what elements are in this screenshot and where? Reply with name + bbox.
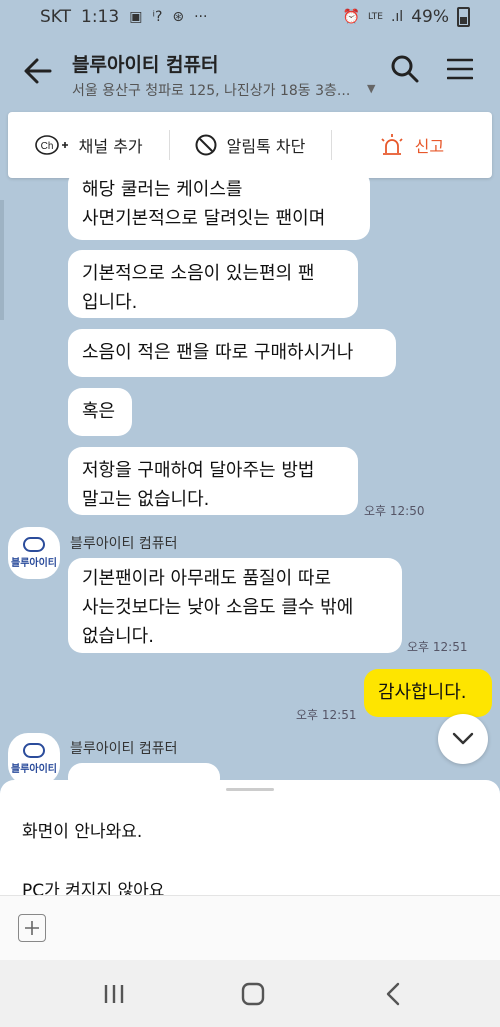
message-timestamp: 오후 12:51 [296,708,357,722]
message-bubble[interactable]: 소음이 적은 팬을 따로 구매하시거나 [68,329,396,377]
battery-icon [457,7,470,27]
chat-subtitle-address[interactable]: 서울 용산구 청파로 125, 나진상가 18동 3층... [72,80,350,100]
quick-reply-item[interactable]: 화면이 안나와요. [22,817,142,842]
sender-name: 블루아이티 컴퓨터 [70,741,178,757]
recent-apps-icon[interactable] [100,980,128,1008]
message-bubble[interactable]: 기본적으로 소음이 있는편의 팬 입니다. [68,250,358,318]
report-button[interactable]: 신고 [330,112,492,178]
message-line: 입니다. [82,292,138,313]
quick-reply-panel: 화면이 안나와요. PC가 켜지지 않아요 [0,780,500,895]
home-icon[interactable] [239,980,267,1008]
avatar[interactable]: 블루아이티 [8,733,60,785]
channel-action-bar: Ch 채널 추가 알림톡 차단 신고 [8,112,492,178]
block-icon [195,134,217,156]
add-channel-button[interactable]: Ch 채널 추가 [8,112,169,178]
message-line: 저항을 구매하여 달아주는 방법 [82,460,315,481]
gallery-icon: ▣ [129,9,143,25]
message-line: 기본적으로 소음이 있는편의 팬 [82,263,315,284]
my-message-bubble[interactable]: 감사합니다. [364,669,492,717]
message-line: 사면기본적으로 달려잇는 팬이며 [82,208,326,229]
message-line: 해당 쿨러는 케이스를 [82,179,243,200]
attach-plus-button[interactable] [18,914,46,942]
system-nav-bar [0,960,500,1027]
message-timestamp: 오후 12:51 [407,640,468,654]
cloud-logo-icon [23,537,45,552]
siren-icon [380,134,403,155]
scroll-edge [0,200,4,320]
avatar-label: 블루아이티 [11,764,57,775]
lte-label: LTE [368,12,383,22]
data-saver-icon: ⊛ [172,9,185,25]
notification-icon: ⁱ? [152,9,163,25]
scroll-down-button[interactable] [438,714,488,764]
message-line: 기본팬이라 아무래도 품질이 따로 [82,568,332,589]
more-icon: ··· [194,9,208,25]
message-input-bar [0,895,500,961]
clock: 1:13 [81,7,120,27]
chevron-down-icon [452,732,474,745]
message-bubble[interactable]: 해당 쿨러는 케이스를 사면기본적으로 달려잇는 팬이며 [68,170,370,240]
message-line: 감사합니다. [378,682,467,703]
message-bubble[interactable]: 기본팬이라 아무래도 품질이 따로 사는것보다는 낮아 소음도 클수 밖에 없습… [68,558,402,653]
channel-add-icon: Ch [34,135,68,155]
cloud-logo-icon [23,743,45,758]
alarm-icon: ⏰ [342,9,360,25]
add-channel-label: 채널 추가 [78,137,143,156]
chevron-down-icon[interactable]: ▼ [367,82,375,95]
quick-reply-item[interactable]: PC가 켜지지 않아요 [22,876,164,895]
block-label: 알림톡 차단 [226,137,306,156]
message-line: 소음이 적은 팬을 따로 구매하시거나 [82,342,354,363]
drag-handle[interactable] [226,788,274,791]
svg-text:Ch: Ch [40,141,53,152]
message-line: 혹은 [82,401,116,422]
message-timestamp: 오후 12:50 [364,504,425,518]
message-line: 없습니다. [82,626,154,647]
status-bar: SKT 1:13 ▣ ⁱ? ⊛ ··· ⏰ LTE .ıl 49% [0,0,500,36]
message-line: 사는것보다는 낮아 소음도 클수 밖에 [82,597,354,618]
chat-header: 블루아이티 컴퓨터 서울 용산구 청파로 125, 나진상가 18동 3층...… [0,36,500,104]
message-line: 말고는 없습니다. [82,489,210,510]
back-nav-icon[interactable] [380,980,408,1008]
report-label: 신고 [414,137,445,156]
sender-name: 블루아이티 컴퓨터 [70,536,178,552]
avatar[interactable]: 블루아이티 [8,527,60,579]
signal-icon: .ıl [390,9,404,25]
carrier: SKT [40,7,72,27]
search-icon[interactable] [390,54,420,84]
block-notification-button[interactable]: 알림톡 차단 [169,112,330,178]
avatar-label: 블루아이티 [11,558,57,569]
hamburger-menu-icon[interactable] [447,58,473,80]
battery-percent: 49% [411,7,449,27]
back-arrow-icon[interactable] [22,56,54,86]
chat-title: 블루아이티 컴퓨터 [72,54,219,76]
message-bubble[interactable]: 저항을 구매하여 달아주는 방법 말고는 없습니다. [68,447,358,515]
plus-icon [25,921,39,935]
message-bubble[interactable]: 혹은 [68,388,132,436]
